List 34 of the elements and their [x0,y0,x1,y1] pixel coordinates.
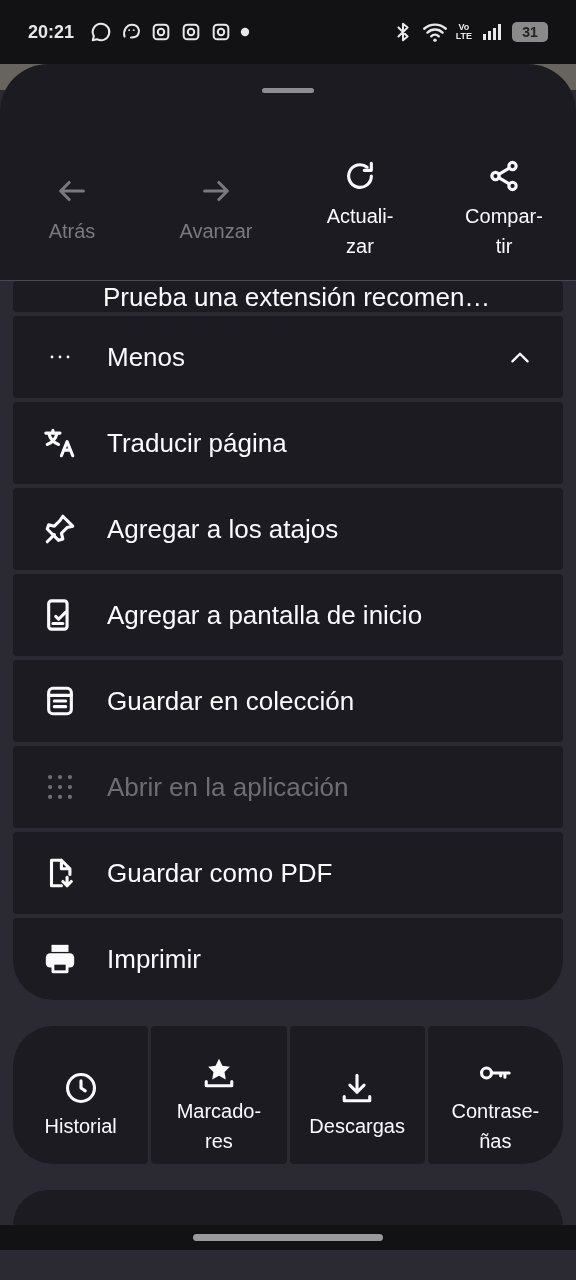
shortcut-button[interactable]: Historial [13,1026,149,1164]
clock: 20:21 [28,20,75,44]
menu-item-label: Agregar a los atajos [107,512,340,546]
menu-item[interactable]: Guardar en colección [13,660,563,742]
menu-item-label: Imprimir [107,942,202,976]
clock-icon [63,1070,98,1105]
nav-action-button[interactable]: Compar- tir [432,159,576,261]
shortcut-button[interactable]: Descargas [289,1026,425,1164]
printer-icon [43,942,77,976]
chat-icon [90,21,113,43]
drag-handle[interactable] [262,88,314,93]
shortcut-button[interactable]: Marcado- res [151,1026,287,1164]
network-type: Vo LTE [455,23,472,41]
gesture-bar[interactable] [193,1234,383,1241]
menu-item-label: Menos [107,340,187,374]
menu-item-label: Agregar a pantalla de inicio [107,598,424,632]
menu-item[interactable]: Traducir página [13,402,563,484]
menu-item[interactable]: Prueba una extensión recomen… [13,281,563,312]
pin-icon [43,512,77,546]
menu-item[interactable]: Menos [13,316,563,398]
shortcut-button[interactable]: Contrase- ñas [427,1026,563,1164]
translate-icon [43,426,77,460]
menu-item[interactable]: Agregar a pantalla de inicio [13,574,563,656]
menu-item[interactable]: Guardar como PDF [13,832,563,914]
menu-item-label: Traducir página [107,426,288,460]
menu-item-label: Abrir en la aplicación [107,770,350,804]
menu-item-label: Guardar como PDF [107,856,334,890]
menu-item[interactable]: Agregar a los atajos [13,488,563,570]
menu-item-label: Guardar en colección [107,684,356,718]
share-icon [487,159,521,193]
battery-indicator: 31 [512,22,548,42]
menu-item[interactable]: Imprimir [13,918,563,1000]
dot-icon [240,27,251,37]
nav-action-button[interactable]: Actuali- zar [288,159,432,261]
